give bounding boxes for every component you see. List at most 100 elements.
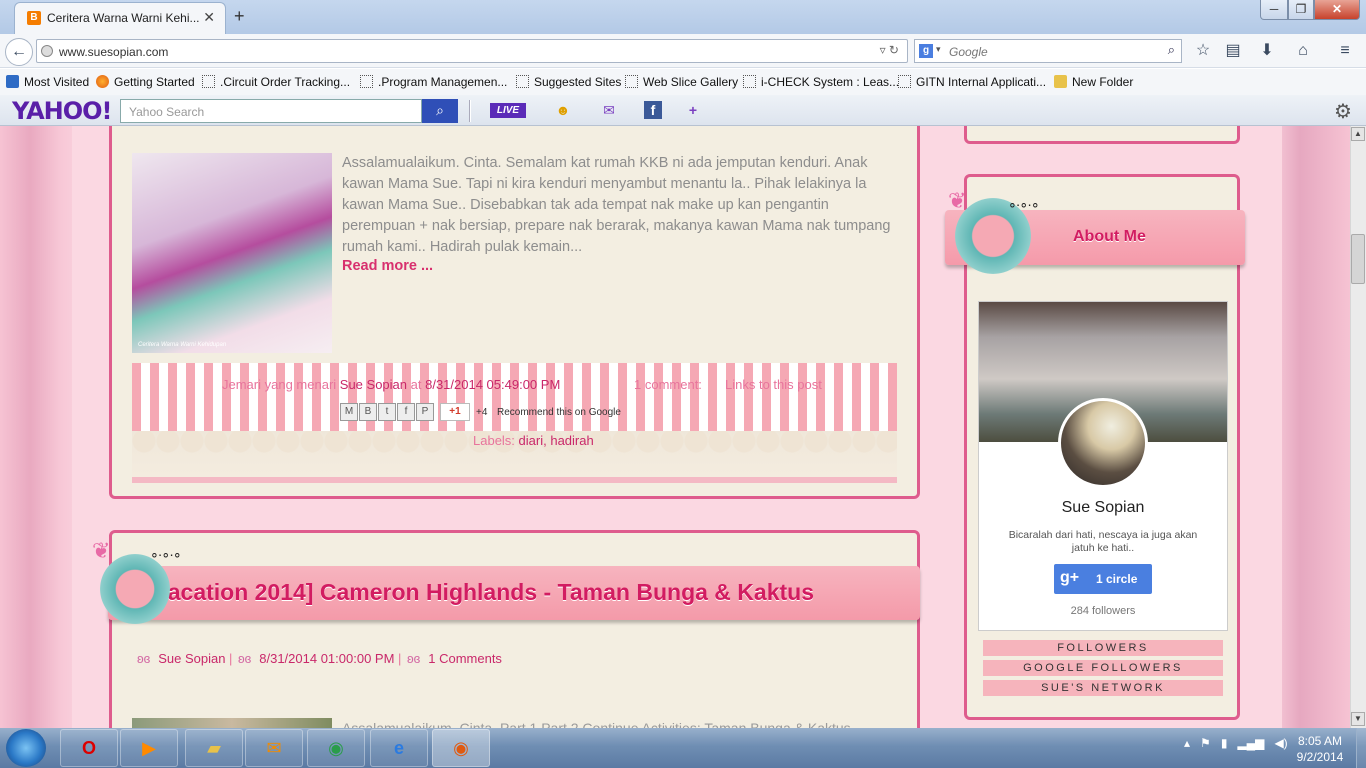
bookmark-web-slice-gallery[interactable]: Web Slice Gallery xyxy=(625,75,738,89)
flag-icon: ⚑ xyxy=(1200,736,1211,750)
start-button[interactable] xyxy=(6,729,46,767)
bookmark-icheck-system[interactable]: i-CHECK System : Leas... xyxy=(743,75,899,89)
system-clock[interactable]: 8:05 AM 9/2/2014 xyxy=(1290,733,1350,765)
email-icon[interactable]: M xyxy=(340,403,358,421)
facebook-share-icon[interactable]: f xyxy=(397,403,415,421)
maximize-button[interactable]: ❐ xyxy=(1288,0,1314,20)
post-byline: Jemari yang menari Sue Sopian at 8/31/20… xyxy=(222,377,561,392)
internet-explorer-icon[interactable]: e xyxy=(370,729,428,767)
post-meta: ʚɞ Sue Sopian | ʚɞ 8/31/2014 01:00:00 PM |… xyxy=(137,651,502,666)
bookmark-most-visited[interactable]: Most Visited xyxy=(6,75,89,89)
read-more-link[interactable]: Read more ... xyxy=(342,258,433,274)
scrollbar-thumb[interactable] xyxy=(1351,234,1365,284)
bookmark-getting-started[interactable]: Getting Started xyxy=(96,75,195,89)
media-player-icon[interactable]: ▶ xyxy=(120,729,178,767)
google-plus-icon: g+ xyxy=(1060,569,1080,586)
settings-gear-icon[interactable]: ⚙ xyxy=(1334,99,1352,124)
minimize-button[interactable]: ─ xyxy=(1260,0,1288,20)
chevron-down-icon: ▾ xyxy=(936,44,941,54)
swirl-decoration-icon: ∘·∘·∘ xyxy=(1008,196,1040,212)
swirl-decoration-icon: ∘·∘·∘ xyxy=(150,546,182,562)
firefox-icon[interactable]: ◉ xyxy=(432,729,490,767)
sidebar-link-followers[interactable]: FOLLOWERS xyxy=(983,640,1223,656)
outlook-icon[interactable]: ✉ xyxy=(245,729,303,767)
post-thumbnail[interactable]: Ceritera Warna Warni Kehidupan xyxy=(132,153,332,353)
scroll-down-icon[interactable]: ▼ xyxy=(1351,712,1365,726)
search-icon: ⌕ xyxy=(436,102,444,118)
butterfly-icon: ʚɞ xyxy=(407,651,421,666)
page-icon xyxy=(360,75,373,88)
post-title-banner: [Vacation 2014] Cameron Highlands - Tama… xyxy=(108,566,920,620)
explorer-folder-icon[interactable]: ▰ xyxy=(185,729,243,767)
google-plus-circle-button[interactable]: g+ 1 circle xyxy=(1054,564,1152,594)
yahoo-live-button[interactable]: LIVE xyxy=(490,103,526,118)
blogger-share-icon[interactable]: B xyxy=(359,403,377,421)
browser-tab[interactable]: B Ceritera Warna Warni Kehi... ✕ xyxy=(14,2,226,34)
pinterest-icon[interactable]: P xyxy=(416,403,434,421)
scroll-up-icon[interactable]: ▲ xyxy=(1351,127,1365,141)
vertical-scrollbar[interactable] xyxy=(1350,126,1366,728)
plus-one-count: +4 xyxy=(476,407,488,418)
post-thumbnail[interactable] xyxy=(132,718,332,728)
sidebar-link-network[interactable]: SUE'S NETWORK xyxy=(983,680,1223,696)
messenger-icon[interactable]: ☻ xyxy=(553,101,573,119)
widget-title: About Me xyxy=(1073,228,1146,245)
yahoo-search-input[interactable]: Yahoo Search xyxy=(120,99,422,123)
signal-icon: ▂▄▆ xyxy=(1237,736,1265,750)
author-link[interactable]: Sue Sopian xyxy=(158,651,225,666)
reload-icon[interactable]: ▿ ↻ xyxy=(880,43,899,57)
chevron-up-icon: ▴ xyxy=(1184,736,1191,750)
bookmark-program-management[interactable]: .Program Managemen... xyxy=(360,75,507,89)
google-icon[interactable]: g xyxy=(919,44,933,58)
bookmark-star-icon[interactable]: ☆ xyxy=(1192,40,1214,62)
butterfly-icon: ʚɞ xyxy=(238,651,252,666)
bookmarks-toolbar: Most Visited Getting Started .Circuit Or… xyxy=(0,69,1366,95)
close-tab-icon[interactable]: ✕ xyxy=(203,9,215,26)
downloads-icon[interactable]: ⬇ xyxy=(1256,40,1278,62)
clock-date: 9/2/2014 xyxy=(1296,750,1344,764)
search-icon[interactable]: ⌕ xyxy=(1168,42,1175,58)
menu-icon[interactable]: ≡ xyxy=(1334,40,1356,62)
bookmarks-list-icon[interactable]: ▤ xyxy=(1222,40,1244,62)
sidebar-link-google-followers[interactable]: GOOGLE FOLLOWERS xyxy=(983,660,1223,676)
avatar[interactable] xyxy=(1058,398,1148,488)
add-rss-icon[interactable]: + xyxy=(683,101,703,119)
timestamp-link[interactable]: 8/31/2014 05:49:00 PM xyxy=(425,377,560,392)
opera-icon[interactable]: O xyxy=(60,729,118,767)
comments-link[interactable]: 1 comment: xyxy=(634,377,702,392)
post-card xyxy=(109,530,920,728)
post-title-link[interactable]: [Vacation 2014] Cameron Highlands - Tama… xyxy=(146,579,814,606)
home-icon[interactable]: ⌂ xyxy=(1292,40,1314,62)
back-button[interactable]: ← xyxy=(5,38,33,66)
show-desktop-button[interactable] xyxy=(1356,728,1366,768)
yahoo-logo[interactable]: YAHOO! xyxy=(12,97,112,125)
new-tab-button[interactable]: + xyxy=(234,6,245,27)
recommend-text: Recommend this on Google xyxy=(497,407,621,418)
page-icon xyxy=(516,75,529,88)
twitter-icon[interactable]: t xyxy=(378,403,396,421)
system-tray[interactable]: ▴ ⚑ ▮ ▂▄▆ ◀) xyxy=(1184,736,1288,750)
links-to-post[interactable]: Links to this post xyxy=(725,377,822,392)
bookmark-circuit-order[interactable]: .Circuit Order Tracking... xyxy=(202,75,350,89)
google-plus-one-button[interactable]: +1 xyxy=(440,403,470,421)
followers-count: 284 followers xyxy=(1070,605,1136,617)
comments-link[interactable]: 1 Comments xyxy=(428,651,502,666)
bookmark-suggested-sites[interactable]: Suggested Sites xyxy=(516,75,621,89)
profile-name[interactable]: Sue Sopian xyxy=(978,499,1228,517)
butterfly-icon: ❦ xyxy=(948,188,967,213)
labels-links[interactable]: diari, hadirah xyxy=(519,433,594,448)
mail-icon[interactable]: ✉ xyxy=(599,101,619,119)
timestamp-link[interactable]: 8/31/2014 01:00:00 PM xyxy=(259,651,394,666)
yahoo-search-button[interactable]: ⌕ xyxy=(422,99,458,123)
globe-icon xyxy=(41,45,53,57)
browser-search-input[interactable]: g ▾ Google ⌕ xyxy=(914,39,1182,63)
chrome-icon[interactable]: ◉ xyxy=(307,729,365,767)
bookmark-new-folder[interactable]: New Folder xyxy=(1054,75,1133,89)
bookmark-gitn-internal[interactable]: GITN Internal Applicati... xyxy=(898,75,1046,89)
url-text: www.suesopian.com xyxy=(59,45,169,59)
blogger-icon: B xyxy=(27,11,41,25)
facebook-icon[interactable]: f xyxy=(644,101,662,119)
url-bar[interactable]: www.suesopian.com ▿ ↻ xyxy=(36,39,908,63)
author-link[interactable]: Sue Sopian xyxy=(340,377,407,392)
close-window-button[interactable]: ✕ xyxy=(1314,0,1360,20)
